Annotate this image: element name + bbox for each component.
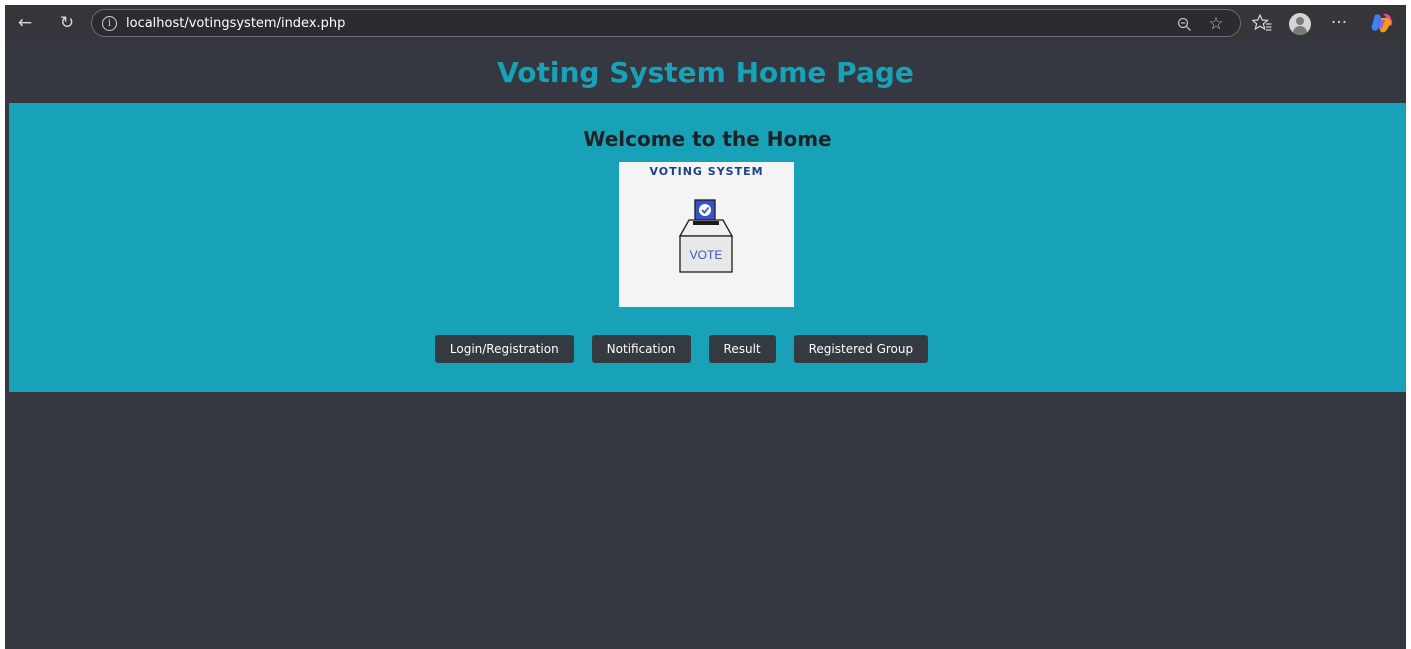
profile-body bbox=[1293, 26, 1307, 35]
profile-icon[interactable] bbox=[1289, 13, 1311, 35]
voting-system-logo: VOTING SYSTEM VOTE bbox=[619, 162, 794, 307]
profile-head bbox=[1296, 17, 1304, 25]
page-title: Voting System Home Page bbox=[497, 55, 914, 89]
copilot-icon[interactable] bbox=[1371, 13, 1393, 33]
registered-group-button[interactable]: Registered Group bbox=[793, 335, 929, 363]
reload-icon[interactable]: ↻ bbox=[53, 9, 81, 37]
favorites-icon[interactable] bbox=[1248, 9, 1276, 37]
browser-window: ← ↻ i localhost/votingsystem/index.php ☆… bbox=[5, 5, 1406, 649]
info-icon[interactable]: i bbox=[102, 15, 117, 31]
zoom-out-icon[interactable] bbox=[1170, 10, 1198, 38]
login-registration-button[interactable]: Login/Registration bbox=[434, 335, 574, 363]
notification-button[interactable]: Notification bbox=[591, 335, 691, 363]
welcome-section: Welcome to the Home VOTING SYSTEM VOTE L… bbox=[9, 103, 1406, 392]
welcome-heading: Welcome to the Home bbox=[583, 127, 832, 151]
ballot-box-label: VOTE bbox=[690, 248, 723, 262]
nav-button-row: Login/Registration Notification Result R… bbox=[9, 335, 1406, 363]
star-icon[interactable]: ☆ bbox=[1202, 10, 1230, 38]
browser-toolbar: ← ↻ i localhost/votingsystem/index.php ☆… bbox=[5, 5, 1406, 41]
more-icon[interactable]: ··· bbox=[1325, 9, 1353, 37]
logo-caption: VOTING SYSTEM bbox=[649, 165, 764, 178]
url-text[interactable]: localhost/votingsystem/index.php bbox=[126, 16, 345, 31]
result-button[interactable]: Result bbox=[708, 335, 776, 363]
ballot-box-icon: VOTE bbox=[678, 199, 734, 273]
address-bar[interactable]: i localhost/votingsystem/index.php ☆ bbox=[91, 9, 1241, 37]
page-header: Voting System Home Page bbox=[5, 41, 1406, 103]
arrow-left-icon[interactable]: ← bbox=[11, 9, 39, 37]
